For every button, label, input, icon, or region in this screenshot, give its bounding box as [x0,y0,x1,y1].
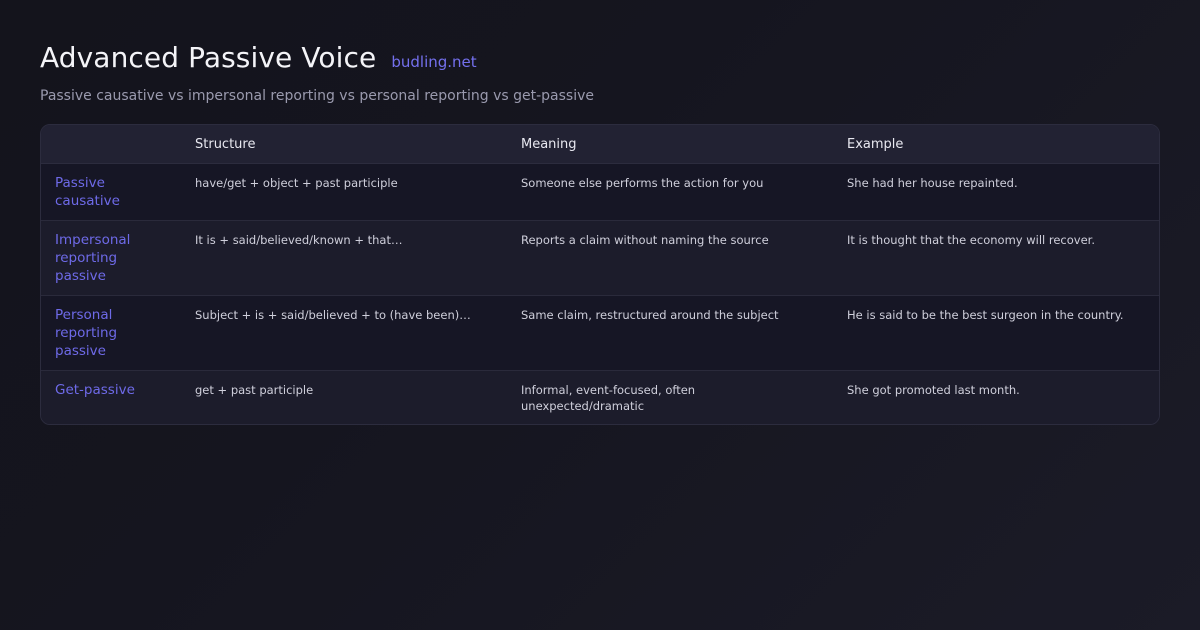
page-title: Advanced Passive Voice [40,41,377,74]
row-label: Get-passive [55,382,135,398]
row-label: Impersonal reporting passive [55,232,131,284]
column-header-structure: Structure [181,125,507,164]
row-label: Personal reporting passive [55,307,118,359]
structure-cell: get + past participle [195,383,314,397]
example-cell: She had her house repainted. [847,176,1018,190]
example-cell: He is said to be the best surgeon in the… [847,308,1124,322]
column-header-example: Example [833,125,1159,164]
column-header-meaning: Meaning [507,125,833,164]
structure-cell: It is + said/believed/known + that… [195,233,403,247]
example-cell: She got promoted last month. [847,383,1020,397]
meaning-cell: Reports a claim without naming the sourc… [521,233,769,247]
page-header: Advanced Passive Voice budling.net Passi… [40,40,1160,106]
meaning-cell: Same claim, restructured around the subj… [521,308,779,322]
page-subtitle: Passive causative vs impersonal reportin… [40,88,594,104]
structure-cell: Subject + is + said/believed + to (have … [195,308,471,322]
table-row: Get-passive get + past participle Inform… [41,370,1159,424]
table-row: Impersonal reporting passive It is + sai… [41,220,1159,296]
meaning-cell: Someone else performs the action for you [521,176,764,190]
structure-cell: have/get + object + past participle [195,176,398,190]
table-row: Passive causative have/get + object + pa… [41,163,1159,221]
row-label: Passive causative [55,175,120,209]
table-header-row: Structure Meaning Example [41,125,1159,164]
title-row: Advanced Passive Voice budling.net [40,40,1160,76]
table-row: Personal reporting passive Subject + is … [41,295,1159,371]
comparison-table: Structure Meaning Example Passive causat… [40,124,1160,425]
meaning-cell: Informal, event-focused, often unexpecte… [521,383,696,413]
example-cell: It is thought that the economy will reco… [847,233,1095,247]
brand-link[interactable]: budling.net [391,52,476,72]
column-header-type [41,125,181,164]
